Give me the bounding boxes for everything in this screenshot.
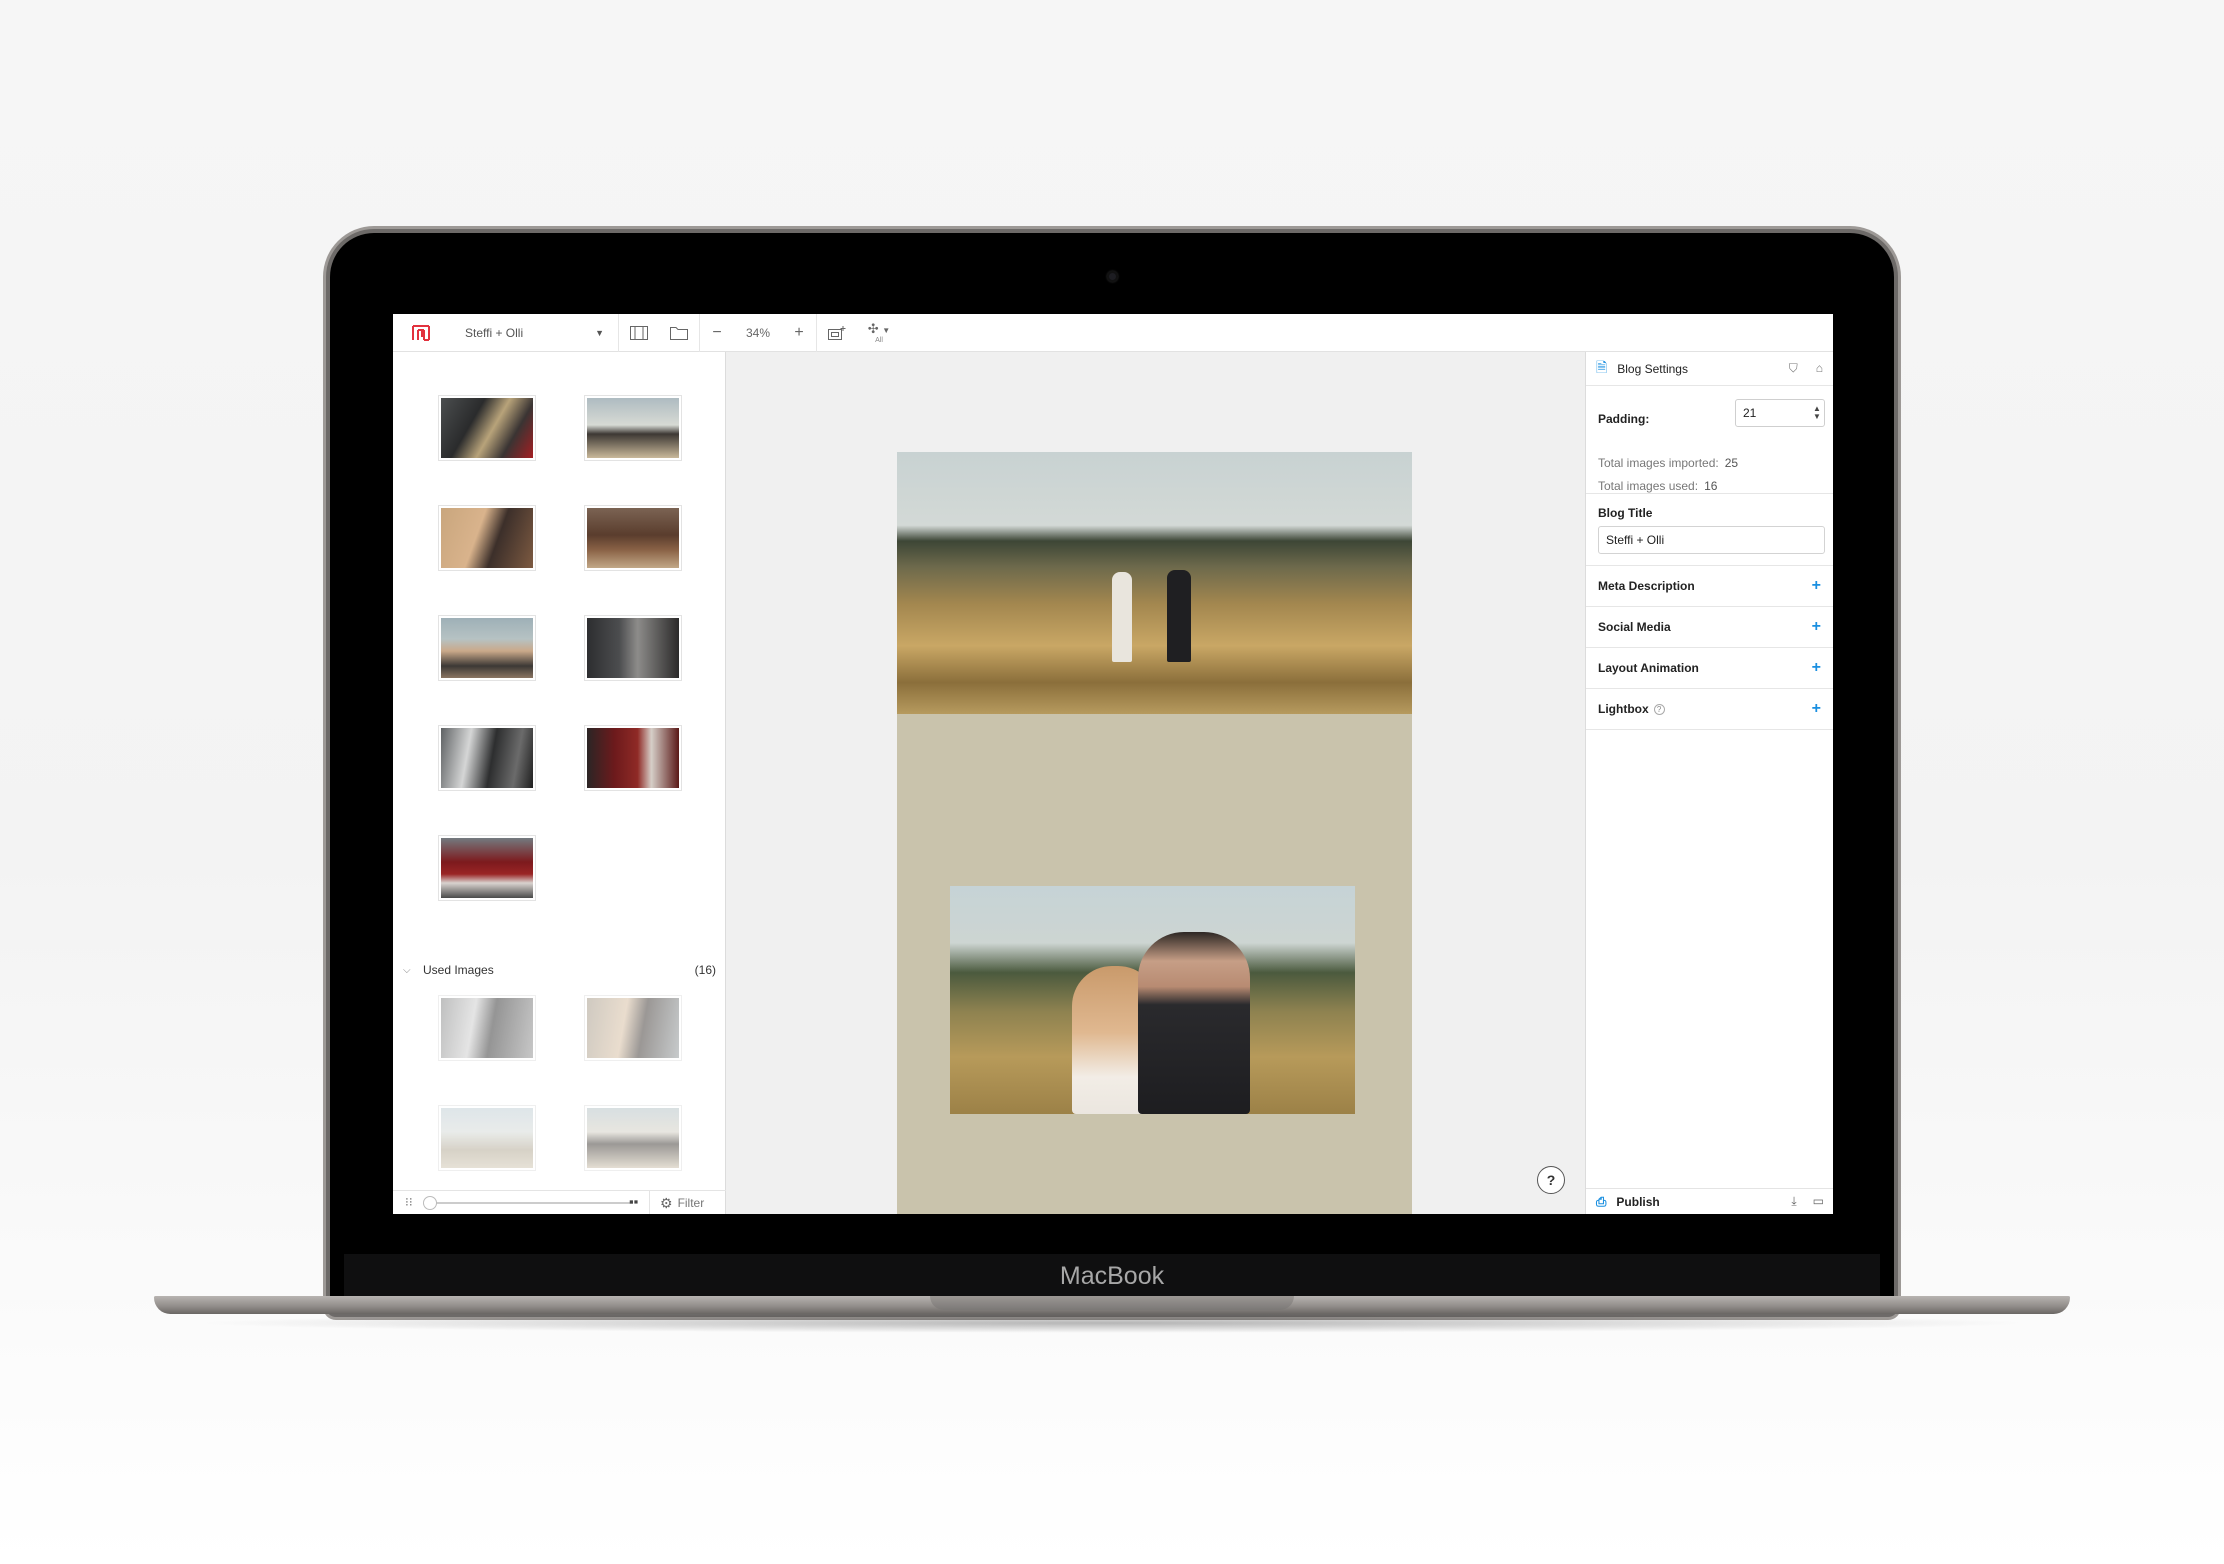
padding-stepper[interactable]: 21 ▲ ▼ [1735,399,1825,427]
library-thumbnail[interactable] [439,506,535,570]
section-label: Social Media [1598,620,1671,634]
large-grid-icon[interactable]: ▪▪ [629,1194,638,1209]
thumbnail-size-slider[interactable] [427,1202,633,1204]
document-icon: 🗎 [1596,358,1608,375]
section-label: Lightbox [1598,702,1649,716]
used-label: Total images used: [1598,479,1699,493]
add-frame-icon[interactable] [817,314,857,352]
layout-animation-section[interactable]: Layout Animation + [1586,648,1833,689]
laptop-notch [930,1296,1294,1310]
social-media-section[interactable]: Social Media + [1586,607,1833,648]
blog-title-label: Blog Title [1598,506,1653,520]
zoom-in-button[interactable]: + [782,314,816,352]
portrait-photo[interactable] [950,886,1355,1114]
alignment-menu-button[interactable]: ✣ ▼ All [857,314,901,352]
toolbar: Steffi + Olli ▼ − 34% + ✣ ▼ All [393,314,1833,352]
library-thumbnail[interactable] [585,506,681,570]
zoom-level: 34% [745,325,771,340]
badge-icon[interactable]: ⛉ [1789,361,1798,376]
publish-bar: ⎙ Publish ⤓ ▭ [1586,1188,1833,1214]
expand-plus-icon[interactable]: + [1812,618,1821,636]
library-thumbnail[interactable] [439,396,535,460]
app-screen: Steffi + Olli ▼ − 34% + ✣ ▼ All ⌵ Used I… [393,314,1833,1214]
library-thumbnail[interactable] [439,726,535,790]
padding-label: Padding: [1598,412,1650,426]
zoom-out-button[interactable]: − [700,314,734,352]
settings-title: Blog Settings [1617,361,1688,376]
blog-title-input[interactable]: Steffi + Olli [1598,526,1825,554]
stepper-arrows-icon[interactable]: ▲ ▼ [1810,405,1824,421]
imported-label: Total images imported: [1598,456,1719,470]
slider-handle[interactable] [423,1196,437,1210]
library-thumbnail[interactable] [585,396,681,460]
used-image-thumbnail[interactable] [439,996,535,1060]
device-brand: MacBook [1059,1262,1165,1290]
chevron-down-icon: ⌵ [403,964,411,976]
blog-page-canvas [897,452,1412,1214]
dropdown-caret-icon: ▼ [595,327,604,338]
blog-title-value: Steffi + Olli [1606,533,1665,547]
used-images-header[interactable]: ⌵ Used Images (16) [393,957,726,983]
document-select[interactable]: Steffi + Olli ▼ [449,314,619,352]
folder-icon[interactable] [659,314,699,352]
used-images-count: (16) [694,963,716,977]
export-icon[interactable]: ⤓ [1791,1194,1796,1209]
padding-value: 21 [1743,406,1757,420]
used-image-thumbnail[interactable] [439,1106,535,1170]
tag-icon[interactable]: ⌂ [1816,361,1823,376]
section-label: Layout Animation [1598,661,1699,675]
library-thumbnail[interactable] [439,616,535,680]
used-images-label: Used Images [423,963,494,977]
help-button[interactable]: ? [1537,1166,1565,1194]
expand-plus-icon[interactable]: + [1812,700,1821,718]
library-thumbnail[interactable] [585,616,681,680]
couple-figure [1167,570,1191,662]
couple-figure [1112,572,1132,662]
alignment-icon: ✣ ▼ [867,320,891,336]
section-label: Meta Description [1598,579,1695,593]
imported-count: 25 [1724,456,1739,470]
library-thumbnail[interactable] [585,726,681,790]
app-logo-icon[interactable] [393,314,449,352]
settings-panel: 🗎 Blog Settings ⛉ ⌂ Padding: 21 ▲ ▼ Total… [1585,352,1833,1214]
library-footer: ⁝⁝ ▪▪ ⚙ Filter [393,1190,726,1214]
alignment-label: All [875,336,883,344]
expand-plus-icon[interactable]: + [1812,577,1821,595]
filter-label: Filter [677,1196,705,1210]
used-image-thumbnail[interactable] [585,1106,681,1170]
info-icon[interactable]: ? [1653,703,1665,715]
library-thumbnail[interactable] [439,836,535,900]
gear-icon: ⚙ [660,1194,673,1211]
publish-icon: ⎙ [1596,1193,1607,1209]
image-library-panel: ⌵ Used Images (16) ⁝⁝ ▪▪ ⚙ Filter [393,352,726,1214]
used-image-thumbnail[interactable] [585,996,681,1060]
padding-section: Padding: 21 ▲ ▼ Total images imported: 25 … [1586,386,1833,494]
laptop-shadow [190,1313,2034,1333]
document-name: Steffi + Olli [465,325,524,340]
blog-title-section: Blog Title Steffi + Olli [1586,494,1833,566]
preview-icon[interactable]: ▭ [1813,1194,1824,1209]
filter-button[interactable]: ⚙ Filter [649,1191,726,1214]
publish-button[interactable]: Publish [1616,1195,1659,1209]
panel-layout-icon[interactable] [619,314,659,352]
lightbox-section[interactable]: Lightbox ? + [1586,689,1833,730]
image-stats: Total images imported: 25 Total images us… [1598,452,1738,498]
expand-plus-icon[interactable]: + [1812,659,1821,677]
meta-description-section[interactable]: Meta Description + [1586,566,1833,607]
camera [1107,271,1118,282]
hero-photo[interactable] [897,452,1412,714]
groom-figure [1138,932,1250,1114]
small-grid-icon[interactable]: ⁝⁝ [405,1195,413,1209]
settings-header: 🗎 Blog Settings ⛉ ⌂ [1586,352,1833,386]
used-count: 16 [1704,479,1718,493]
